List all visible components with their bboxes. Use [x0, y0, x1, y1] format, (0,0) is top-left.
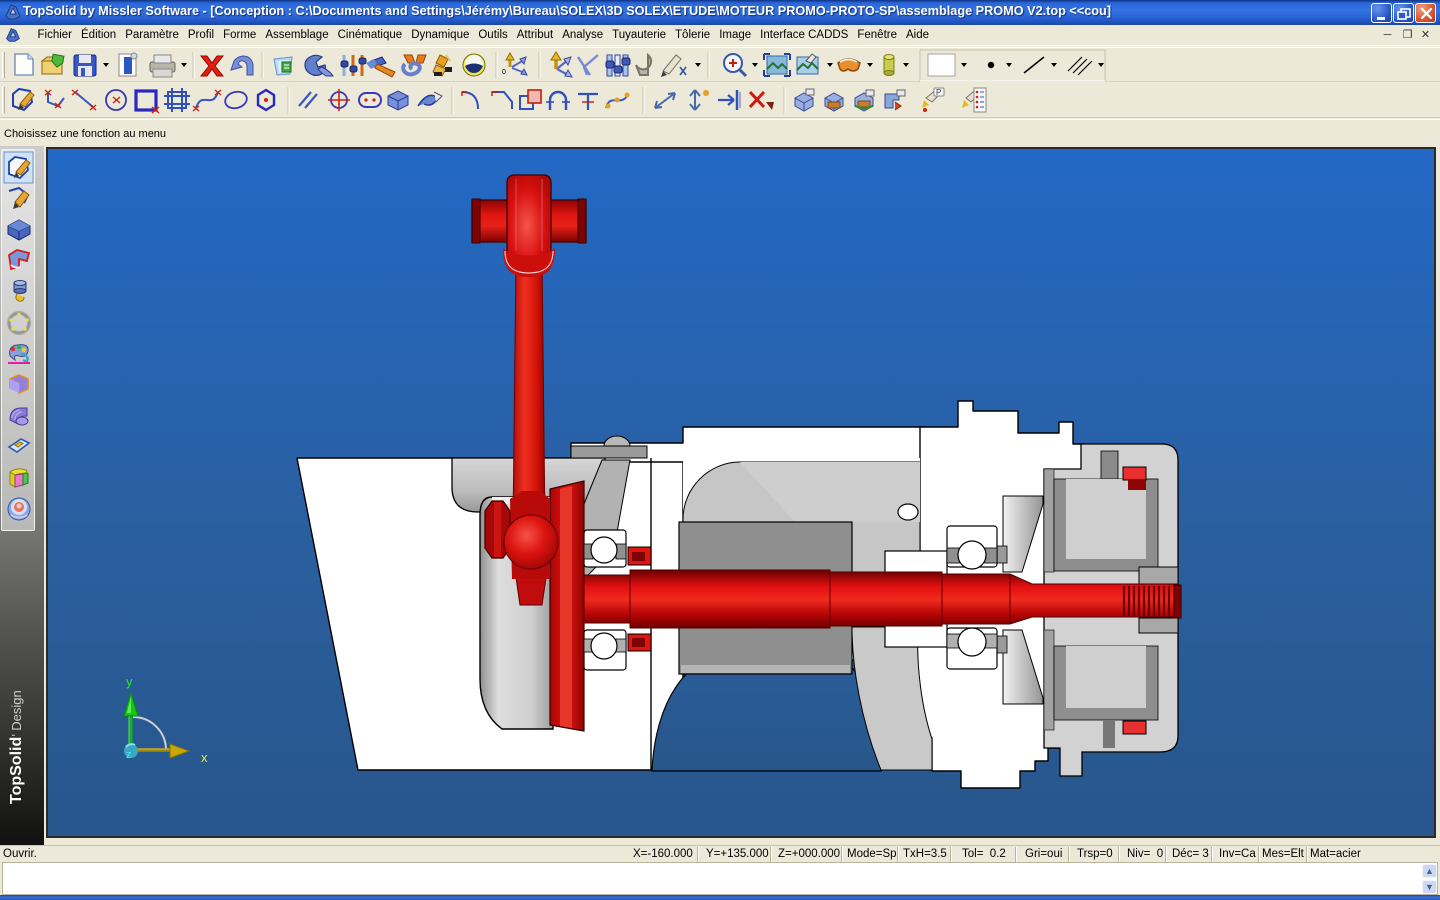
svg-text:x: x [201, 750, 208, 765]
svg-text:0: 0 [502, 69, 506, 76]
svg-text:z: z [126, 749, 132, 761]
svg-text:y: y [126, 674, 133, 689]
svg-text:P: P [936, 88, 941, 97]
